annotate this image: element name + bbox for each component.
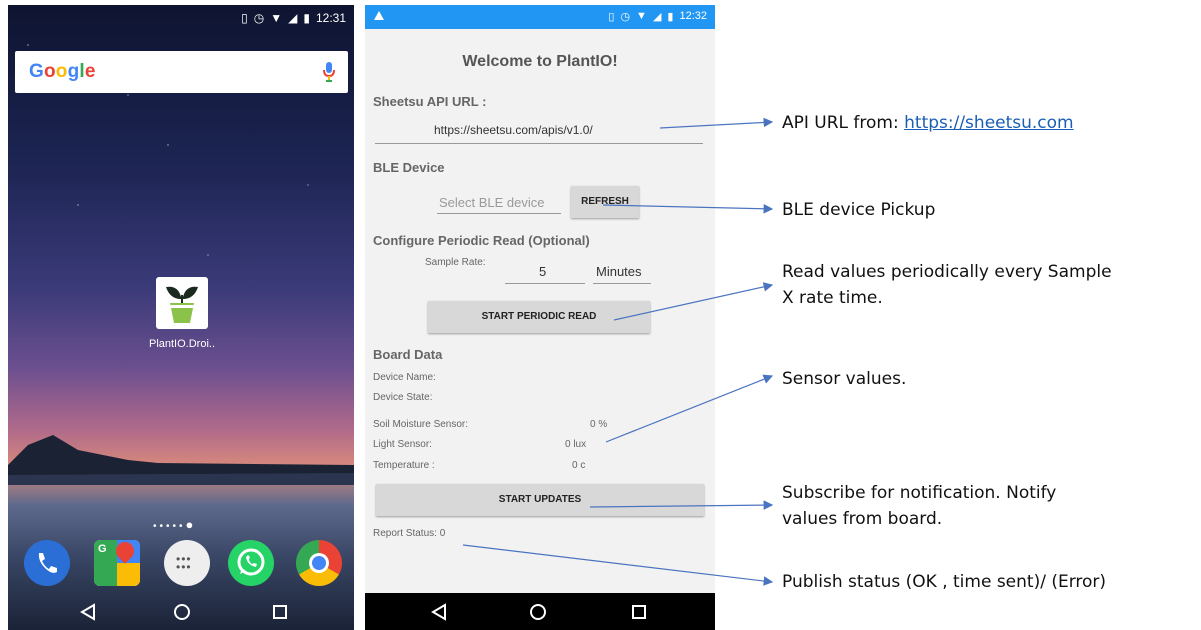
arrow-periodic-read — [613, 282, 774, 321]
annotation-publish-status: Publish status (OK , time sent)/ (Error) — [782, 572, 1107, 592]
annotation-api-url: API URL from: https://sheetsu.com — [782, 113, 1074, 133]
annotation-subscribe: Subscribe for notification. Notify value… — [782, 483, 1057, 529]
annotation-ble-device: BLE device Pickup — [782, 200, 936, 220]
arrow-start-updates — [589, 500, 774, 510]
annotation-periodic-read: Read values periodically every Sample X … — [782, 262, 1112, 308]
arrow-ble-device — [602, 204, 774, 214]
sheetsu-link[interactable]: https://sheetsu.com — [904, 113, 1074, 133]
arrow-report-status — [462, 544, 774, 586]
annotation-arrows — [462, 117, 774, 586]
arrow-api-url — [659, 117, 774, 129]
arrow-sensor-values — [605, 374, 774, 443]
annotation-sensor-values: Sensor values. — [782, 369, 907, 389]
